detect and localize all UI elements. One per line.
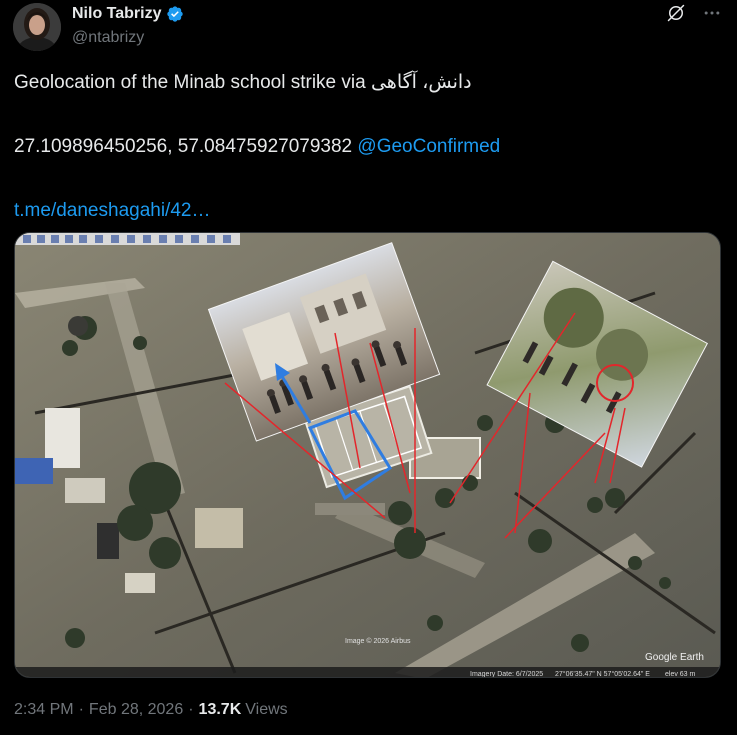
status-bar-coords: 27°06'35.47" N 57°05'02.64" E: [555, 670, 650, 678]
imagery-credit: Image © 2026 Airbus: [345, 637, 411, 645]
media-image[interactable]: Imagery Date: 6/7/2025 27°06'35.47" N 57…: [14, 232, 721, 678]
tweet-top-actions: [665, 2, 723, 24]
tweet-coordinates: 27.109896450256, 57.08475927079382: [14, 136, 358, 157]
metadata-separator-2: ·: [188, 701, 194, 718]
tweet-text: Geolocation of the Minab school strike v…: [14, 72, 719, 222]
status-bar-elev: elev 63 m: [665, 671, 696, 678]
avatar[interactable]: [13, 3, 61, 51]
name-row: Nilo Tabrizy: [72, 4, 184, 24]
tweet-text-persian: دانش، آگاهی: [370, 72, 472, 93]
tweet-text-line-3: t.me/daneshagahi/42…: [14, 200, 719, 222]
grok-icon[interactable]: [665, 2, 687, 24]
external-link[interactable]: t.me/daneshagahi/42…: [14, 200, 210, 221]
satellite-image: Imagery Date: 6/7/2025 27°06'35.47" N 57…: [15, 233, 720, 678]
tweet-metadata: 2:34 PM · Feb 28, 2026 · 13.7K Views: [14, 701, 288, 719]
more-options-icon[interactable]: [701, 2, 723, 24]
display-name[interactable]: Nilo Tabrizy: [72, 5, 162, 23]
verified-badge-icon[interactable]: [166, 5, 184, 23]
tweet-text-prefix: Geolocation of the Minab school strike v…: [14, 72, 371, 93]
status-bar-date: Imagery Date: 6/7/2025: [470, 671, 543, 678]
tweet-text-line-2: 27.109896450256, 57.08475927079382 @GeoC…: [14, 136, 719, 158]
views-count[interactable]: 13.7K: [199, 701, 242, 719]
tweet-date[interactable]: Feb 28, 2026: [89, 701, 183, 719]
user-handle[interactable]: @ntabrizy: [72, 29, 184, 47]
views-label: Views: [245, 701, 288, 718]
google-earth-watermark: Google Earth: [645, 652, 704, 663]
mention-link[interactable]: @GeoConfirmed: [357, 136, 500, 157]
metadata-separator: ·: [78, 701, 84, 718]
tweet-card: Nilo Tabrizy @ntabrizy Geolocation of th…: [0, 0, 737, 735]
avatar-image: [13, 3, 61, 51]
tweet-time[interactable]: 2:34 PM: [14, 701, 74, 719]
tweet-text-line-1: Geolocation of the Minab school strike v…: [14, 72, 719, 94]
author-block: Nilo Tabrizy @ntabrizy: [72, 4, 184, 47]
